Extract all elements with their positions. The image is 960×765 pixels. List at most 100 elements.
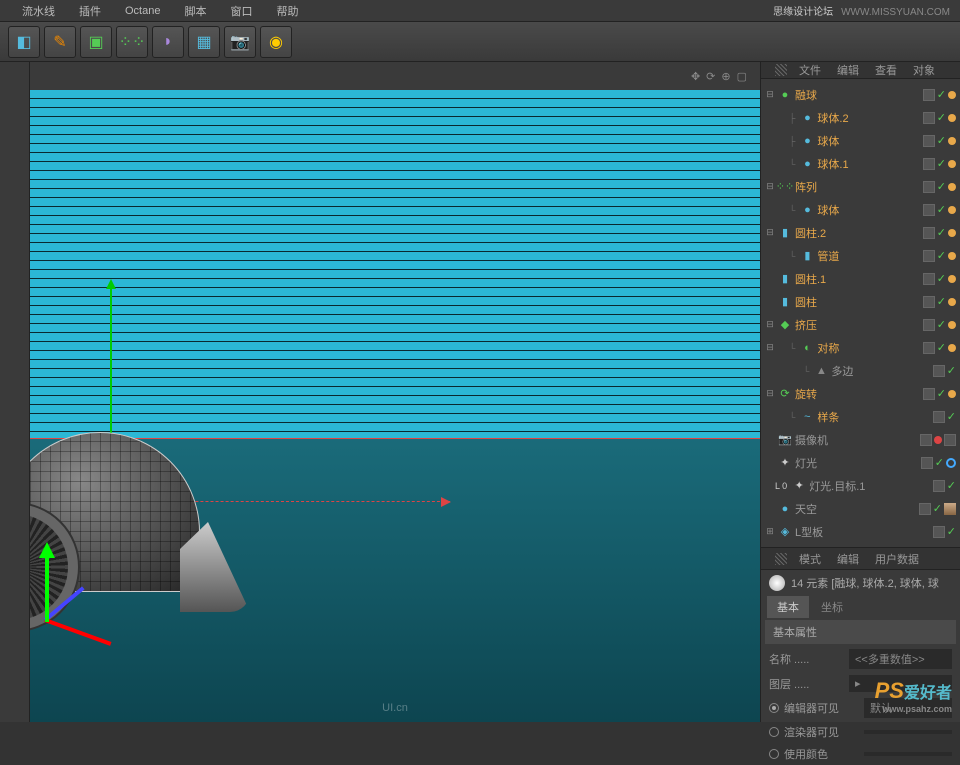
layer-tag[interactable] <box>923 89 935 101</box>
panel-tab[interactable]: 编辑 <box>837 62 859 78</box>
visibility-check[interactable]: ✓ <box>937 134 946 147</box>
visibility-check[interactable]: ✓ <box>937 180 946 193</box>
object-label[interactable]: 球体.2 <box>817 110 922 126</box>
radio-button[interactable] <box>769 749 779 759</box>
object-label[interactable]: 圆柱 <box>795 294 923 310</box>
light-tool[interactable]: ◉ <box>260 26 292 58</box>
deform-tool[interactable]: ◗ <box>152 26 184 58</box>
tree-row[interactable]: ⊟●融球✓ <box>761 83 960 106</box>
tree-row[interactable]: ⊟⟳旋转✓ <box>761 382 960 405</box>
menu-item[interactable]: 窗口 <box>230 3 252 19</box>
tree-row[interactable]: ⊟└◐对称✓ <box>761 336 960 359</box>
layer-tag[interactable] <box>923 112 935 124</box>
menu-item[interactable]: 插件 <box>79 3 101 19</box>
layer-tag[interactable] <box>920 434 932 446</box>
menu-item[interactable]: 脚本 <box>184 3 206 19</box>
object-label[interactable]: L型板 <box>795 524 933 540</box>
panel-tab[interactable]: 文件 <box>799 62 821 78</box>
visibility-check[interactable]: ✓ <box>935 456 944 469</box>
object-label[interactable]: 球体 <box>817 133 922 149</box>
layer-tag[interactable] <box>933 365 945 377</box>
object-label[interactable]: 球体.1 <box>817 156 922 172</box>
layer-tag[interactable] <box>923 296 935 308</box>
attr-value[interactable] <box>864 730 952 734</box>
expand-toggle[interactable]: ⊞ <box>765 526 775 537</box>
object-label[interactable]: 样条 <box>817 409 932 425</box>
tree-row[interactable]: └●球体.1✓ <box>761 152 960 175</box>
tree-row[interactable]: L 0✦灯光.目标.1✓ <box>761 474 960 497</box>
visibility-check[interactable]: ✓ <box>947 525 956 538</box>
object-label[interactable]: 旋转 <box>795 386 923 402</box>
layer-tag[interactable] <box>923 273 935 285</box>
layer-tag[interactable] <box>933 480 945 492</box>
nav-rotate-icon[interactable]: ⟳ <box>706 70 715 83</box>
tree-row[interactable]: ├●球体.2✓ <box>761 106 960 129</box>
material-swatch[interactable] <box>944 503 956 515</box>
object-label[interactable]: 天空 <box>795 501 919 517</box>
visibility-check[interactable]: ✓ <box>937 203 946 216</box>
menu-item[interactable]: Octane <box>125 5 160 17</box>
pen-tool[interactable]: ✎ <box>44 26 76 58</box>
layer-tag[interactable] <box>923 319 935 331</box>
tree-row[interactable]: ●天空✓ <box>761 497 960 520</box>
attr-tab[interactable]: 用户数据 <box>875 551 919 567</box>
3d-viewport[interactable]: UI.cn <box>30 90 760 722</box>
layer-tag[interactable] <box>933 526 945 538</box>
tab-basic[interactable]: 基本 <box>767 596 809 618</box>
tree-row[interactable]: ✦灯光✓ <box>761 451 960 474</box>
gizmo-x-axis[interactable] <box>44 618 111 646</box>
layer-tag[interactable] <box>923 342 935 354</box>
object-label[interactable]: 对称 <box>817 340 922 356</box>
nav-frame-icon[interactable]: ▢ <box>737 70 747 83</box>
object-label[interactable]: 球体 <box>817 202 922 218</box>
tree-row[interactable]: └●球体✓ <box>761 198 960 221</box>
attr-value[interactable] <box>864 752 952 756</box>
tree-row[interactable]: 📷摄像机 <box>761 428 960 451</box>
tree-row[interactable]: └▮管道✓ <box>761 244 960 267</box>
tree-row[interactable]: ▮圆柱✓ <box>761 290 960 313</box>
tree-row[interactable]: ⊟⁘⁘阵列✓ <box>761 175 960 198</box>
object-label[interactable]: 管道 <box>817 248 922 264</box>
cube-tool[interactable]: ◧ <box>8 26 40 58</box>
menu-item[interactable]: 帮助 <box>276 3 298 19</box>
object-label[interactable]: 圆柱.1 <box>795 271 923 287</box>
camera-tool[interactable]: 📷 <box>224 26 256 58</box>
tree-row[interactable]: ⊟◆挤压✓ <box>761 313 960 336</box>
layer-tag[interactable] <box>921 457 933 469</box>
visibility-check[interactable]: ✓ <box>933 502 942 515</box>
object-label[interactable]: 多边 <box>831 363 932 379</box>
attr-value[interactable]: <<多重数值>> <box>849 649 952 669</box>
tree-row[interactable]: ⊞◈L型板✓ <box>761 520 960 543</box>
layer-tag[interactable] <box>923 227 935 239</box>
object-label[interactable]: 摄像机 <box>795 432 920 448</box>
visibility-check[interactable]: ✓ <box>947 364 956 377</box>
subdivide-tool[interactable]: ▣ <box>80 26 112 58</box>
nav-move-icon[interactable]: ✥ <box>691 70 700 83</box>
layer-tag[interactable] <box>923 135 935 147</box>
expand-toggle[interactable]: ⊟ <box>765 319 775 330</box>
object-label[interactable]: 灯光.目标.1 <box>809 478 933 494</box>
panel-tab[interactable]: 查看 <box>875 62 897 78</box>
nav-zoom-icon[interactable]: ⊕ <box>721 70 730 83</box>
object-tree[interactable]: ⊟●融球✓├●球体.2✓├●球体✓└●球体.1✓⊟⁘⁘阵列✓└●球体✓⊟▮圆柱.… <box>761 79 960 547</box>
visibility-check[interactable]: ✓ <box>947 410 956 423</box>
radio-button[interactable] <box>769 727 779 737</box>
tree-row[interactable]: ⊟▮圆柱.2✓ <box>761 221 960 244</box>
expand-toggle[interactable]: ⊟ <box>765 342 775 353</box>
visibility-check[interactable]: ✓ <box>937 249 946 262</box>
expand-toggle[interactable]: ⊟ <box>765 227 775 238</box>
visibility-check[interactable]: ✓ <box>937 111 946 124</box>
menu-item[interactable]: 流水线 <box>22 3 55 19</box>
attr-tab[interactable]: 编辑 <box>837 551 859 567</box>
tree-row[interactable]: └~样条✓ <box>761 405 960 428</box>
floor-tool[interactable]: ▦ <box>188 26 220 58</box>
object-label[interactable]: 挤压 <box>795 317 923 333</box>
array-tool[interactable]: ⁘⁘ <box>116 26 148 58</box>
visibility-check[interactable]: ✓ <box>937 157 946 170</box>
layer-tag[interactable] <box>923 158 935 170</box>
tree-row[interactable]: ▮圆柱.1✓ <box>761 267 960 290</box>
attr-tab[interactable]: 模式 <box>799 551 821 567</box>
visibility-check[interactable]: ✓ <box>937 295 946 308</box>
panel-tab[interactable]: 对象 <box>913 62 935 78</box>
expand-toggle[interactable]: ⊟ <box>765 181 775 192</box>
